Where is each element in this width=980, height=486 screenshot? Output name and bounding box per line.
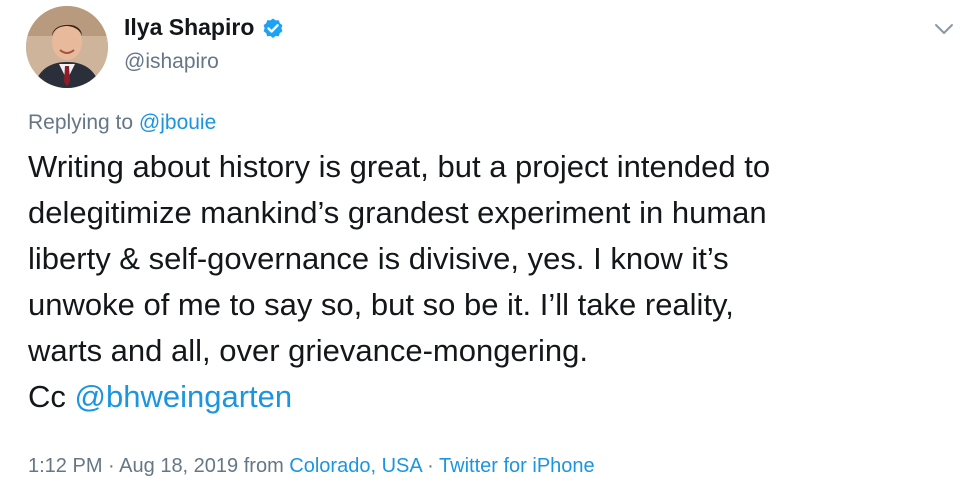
tweet-metadata: 1:12 PM · Aug 18, 2019 from Colorado, US…: [28, 455, 595, 478]
tweet-cc-line: Cc @bhweingarten: [28, 374, 968, 420]
author-name-row[interactable]: Ilya Shapiro: [124, 14, 285, 41]
author-avatar[interactable]: [26, 6, 108, 88]
tweet-text: Writing about history is great, but a pr…: [28, 144, 968, 420]
tweet-menu-button[interactable]: [934, 22, 954, 36]
avatar-image: [26, 6, 108, 88]
verified-badge-icon: [261, 16, 285, 40]
cc-label: Cc: [28, 379, 66, 414]
tweet-time[interactable]: 1:12 PM: [28, 455, 102, 477]
author-handle[interactable]: @ishapiro: [124, 50, 219, 74]
meta-separator: ·: [108, 455, 115, 477]
tweet-card: Ilya Shapiro @ishapiro Replying to @jbou…: [0, 0, 980, 486]
author-display-name[interactable]: Ilya Shapiro: [124, 14, 254, 41]
tweet-text-line: unwoke of me to say so, but so be it. I’…: [28, 287, 734, 322]
replying-to-label: Replying to: [28, 111, 134, 134]
location-link[interactable]: Colorado, USA: [289, 455, 421, 477]
tweet-text-line: Writing about history is great, but a pr…: [28, 149, 771, 184]
meta-separator: ·: [427, 455, 434, 477]
replying-to: Replying to @jbouie: [28, 111, 216, 135]
cc-mention-link[interactable]: @bhweingarten: [75, 379, 293, 414]
from-label: from: [243, 455, 284, 477]
tweet-text-line: liberty & self-governance is divisive, y…: [28, 241, 729, 276]
chevron-down-icon: [935, 24, 953, 34]
tweet-date[interactable]: Aug 18, 2019: [119, 455, 238, 477]
reply-mention-link[interactable]: @jbouie: [139, 111, 216, 134]
tweet-text-line: delegitimize mankind’s grandest experime…: [28, 195, 767, 230]
source-link[interactable]: Twitter for iPhone: [439, 455, 595, 477]
tweet-text-line: warts and all, over grievance-mongering.: [28, 333, 588, 368]
